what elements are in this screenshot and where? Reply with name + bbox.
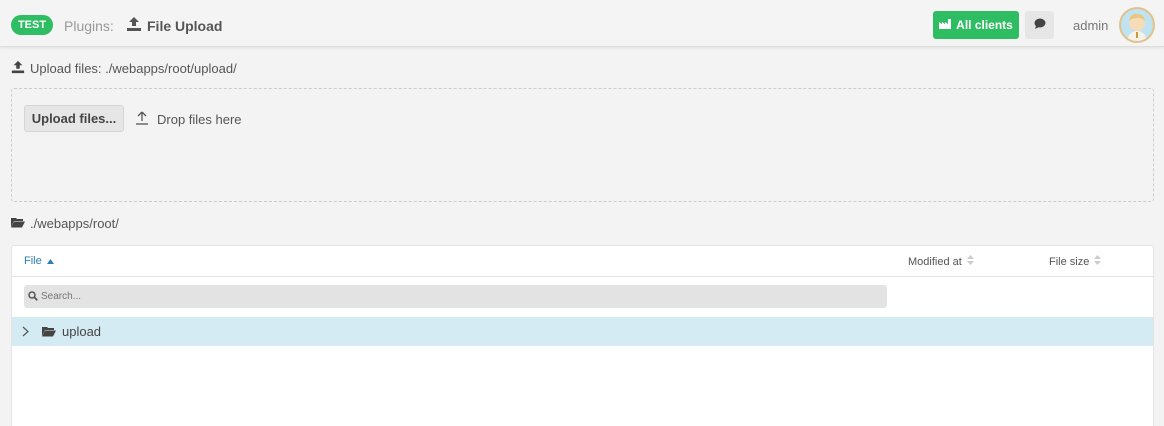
sort-icon	[966, 255, 974, 268]
search-icon	[28, 289, 38, 304]
column-size[interactable]: File size	[1049, 255, 1102, 268]
table-row[interactable]: upload	[12, 317, 1153, 346]
column-file[interactable]: File	[24, 255, 54, 267]
search-field[interactable]	[24, 285, 887, 308]
upload-files-button[interactable]: Upload files...	[24, 105, 124, 132]
page-title: File Upload	[147, 18, 223, 34]
avatar[interactable]	[1119, 7, 1155, 43]
upload-icon	[11, 60, 25, 77]
column-modified[interactable]: Modified at	[908, 255, 974, 268]
chevron-right-icon[interactable]	[22, 326, 34, 337]
column-modified-label: Modified at	[908, 255, 962, 268]
all-clients-button[interactable]: All clients	[933, 11, 1019, 39]
sort-asc-icon	[46, 255, 54, 267]
drop-zone[interactable]: Upload files... Drop files here	[11, 88, 1154, 202]
drop-hint: Drop files here	[135, 111, 242, 128]
current-path-text: ./webapps/root/	[30, 216, 119, 231]
sort-icon	[1094, 255, 1102, 268]
upload-heading: Upload files: ./webapps/root/upload/	[11, 60, 237, 77]
drop-hint-text: Drop files here	[157, 112, 242, 127]
all-clients-label: All clients	[956, 18, 1013, 32]
folder-open-icon	[11, 216, 25, 231]
column-size-label: File size	[1049, 255, 1090, 268]
folder-open-icon	[42, 326, 56, 337]
user-name[interactable]: admin	[1073, 18, 1108, 33]
upload-heading-text: Upload files: ./webapps/root/upload/	[30, 61, 237, 76]
upload-arrow-icon	[135, 111, 149, 128]
chat-button[interactable]	[1025, 11, 1054, 39]
column-file-label: File	[24, 255, 42, 267]
top-bar: TEST Plugins: File Upload All clients ad…	[0, 0, 1164, 47]
upload-icon	[126, 16, 142, 35]
current-path: ./webapps/root/	[11, 216, 119, 231]
env-badge: TEST	[11, 15, 53, 35]
file-table: File Modified at File size Search... upl…	[11, 245, 1154, 426]
row-file-name: upload	[62, 324, 102, 339]
header-divider	[12, 276, 1153, 277]
search-input[interactable]	[41, 291, 871, 302]
breadcrumb-plugins[interactable]: Plugins:	[64, 18, 114, 34]
chat-icon	[1034, 18, 1046, 33]
factory-icon	[939, 18, 952, 32]
